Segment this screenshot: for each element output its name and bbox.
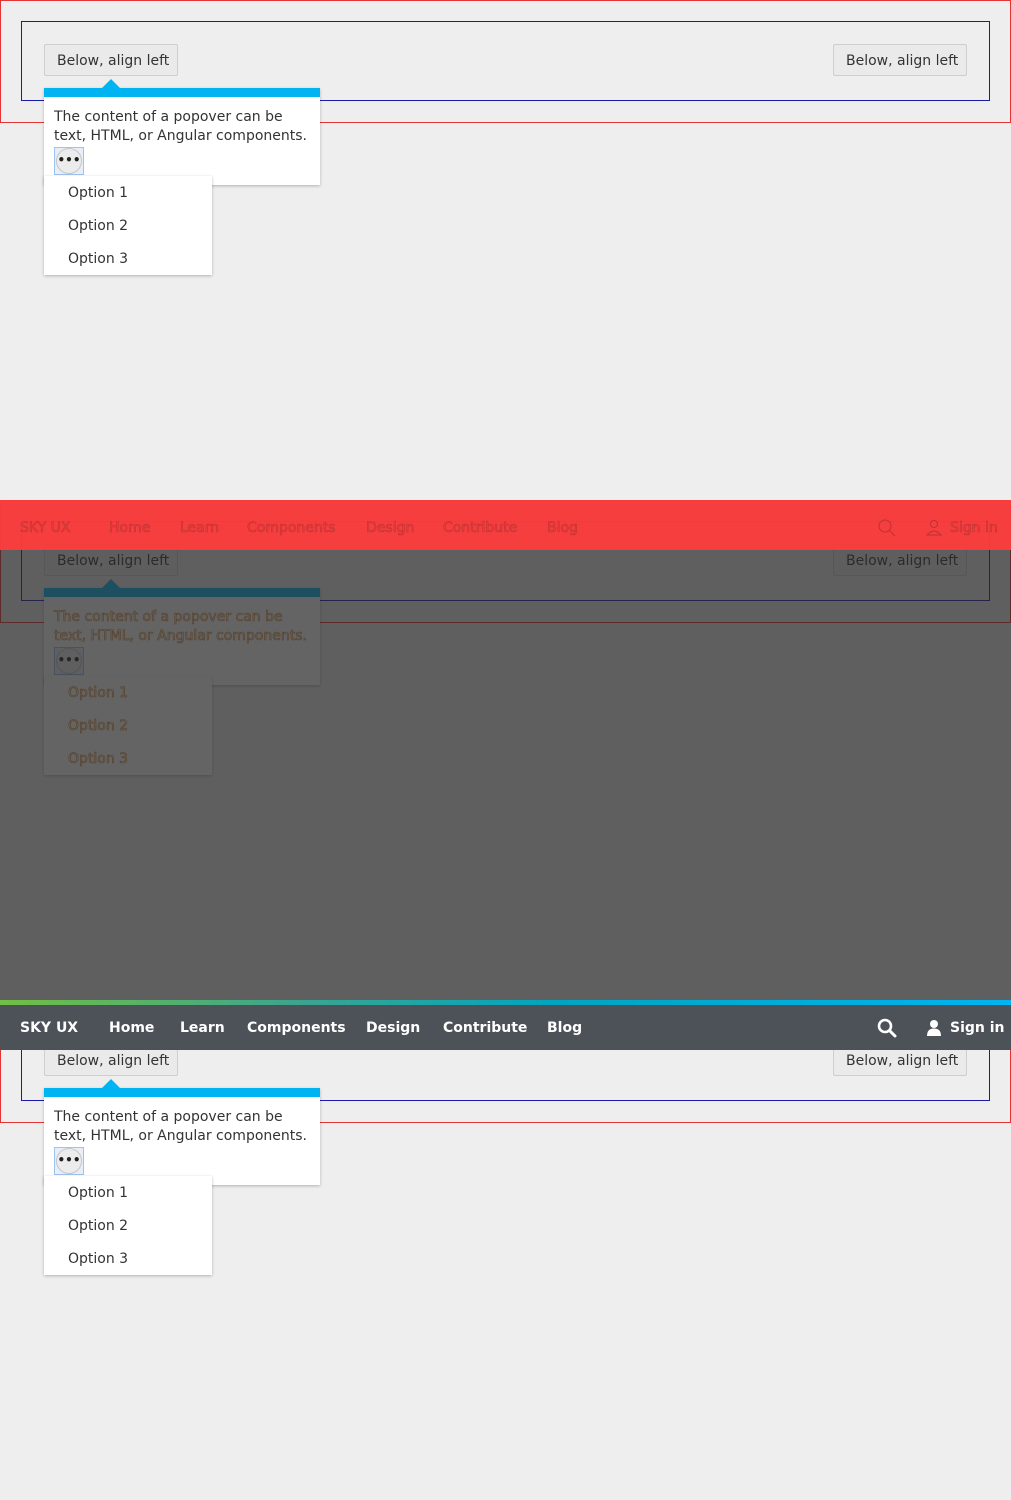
nav-item-contribute[interactable]: Contribute <box>443 518 518 538</box>
nav-item-home[interactable]: Home <box>109 1018 154 1038</box>
dropdown-item-option-2[interactable]: Option 2 <box>68 1217 128 1235</box>
dropdown-item-option-1[interactable]: Option 1 <box>68 1184 128 1202</box>
popover-accent-bar <box>44 1079 320 1097</box>
ellipsis-icon: ••• <box>56 148 82 174</box>
dropdown-item-option-3[interactable]: Option 3 <box>68 250 128 268</box>
navbar: SKY UX Home Learn Components Design Cont… <box>0 1000 1011 1050</box>
dropdown-item-option-2[interactable]: Option 2 <box>68 217 128 235</box>
popover: The content of a popover can be text, HT… <box>44 1079 320 1185</box>
nav-item-learn[interactable]: Learn <box>180 1018 225 1038</box>
panel-default: Below, align left Below, align left The … <box>0 0 1011 500</box>
nav-brand[interactable]: SKY UX <box>20 518 71 538</box>
nav-item-learn[interactable]: Learn <box>180 518 220 538</box>
nav-item-components[interactable]: Components <box>247 1018 346 1038</box>
dropdown-menu: Option 1 Option 2 Option 3 <box>44 1176 212 1275</box>
popover-arrow <box>102 79 120 88</box>
dim-overlay <box>0 500 1011 1000</box>
nav-item-components[interactable]: Components <box>247 518 336 538</box>
nav-brand[interactable]: SKY UX <box>20 1018 78 1038</box>
ellipsis-icon: ••• <box>56 1148 82 1174</box>
popover-content: The content of a popover can be text, HT… <box>54 1109 307 1144</box>
nav-item-contribute[interactable]: Contribute <box>443 1018 527 1038</box>
nav-item-design[interactable]: Design <box>366 518 415 538</box>
sign-in-link[interactable]: Sign in <box>950 518 998 538</box>
context-menu-button[interactable]: ••• <box>54 1147 84 1175</box>
nav-item-home[interactable]: Home <box>109 518 151 538</box>
search-icon[interactable] <box>877 1018 897 1038</box>
popover: The content of a popover can be text, HT… <box>44 79 320 185</box>
below-align-left-button[interactable]: Below, align left <box>44 44 178 76</box>
nav-item-blog[interactable]: Blog <box>547 518 579 538</box>
below-align-left-button-right[interactable]: Below, align left <box>833 44 967 76</box>
navbar-ghost: SKY UX Home Learn Components Design Cont… <box>0 500 1011 550</box>
dropdown-menu: Option 1 Option 2 Option 3 <box>44 176 212 275</box>
panel-with-navbar: Below, align left Below, align left The … <box>0 1000 1011 1500</box>
popover-content: The content of a popover can be text, HT… <box>54 109 307 144</box>
search-icon[interactable] <box>877 518 897 538</box>
dropdown-item-option-3[interactable]: Option 3 <box>68 1250 128 1268</box>
dropdown-item-option-1[interactable]: Option 1 <box>68 184 128 202</box>
popover-arrow <box>102 1079 120 1088</box>
user-icon <box>926 520 943 536</box>
sign-in-link[interactable]: Sign in <box>950 1018 1005 1038</box>
nav-item-blog[interactable]: Blog <box>547 1018 582 1038</box>
user-icon <box>927 1020 941 1036</box>
popover-accent-bar <box>44 79 320 97</box>
context-menu-button[interactable]: ••• <box>54 147 84 175</box>
nav-item-design[interactable]: Design <box>366 1018 420 1038</box>
panel-diff: Below, align left Below, align left The … <box>0 500 1011 1000</box>
